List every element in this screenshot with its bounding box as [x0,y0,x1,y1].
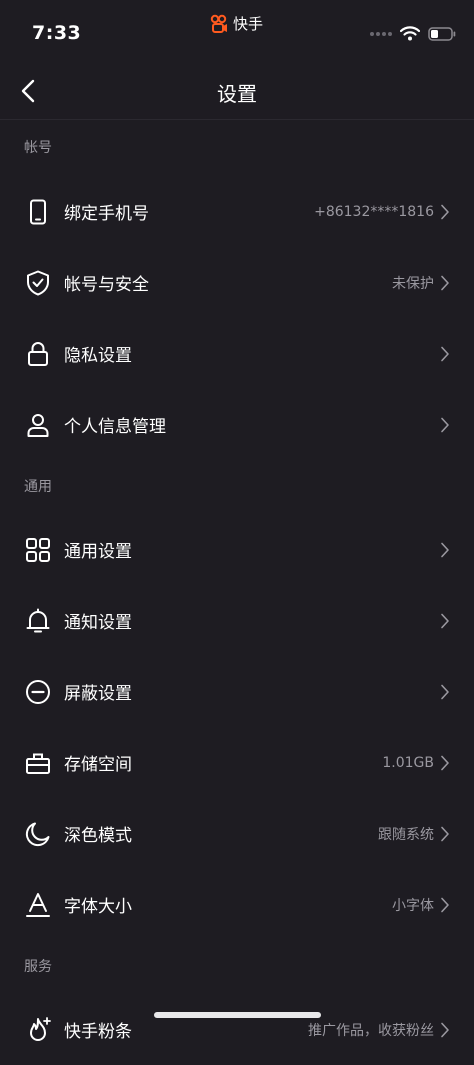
settings-item-dark-mode[interactable]: 深色模式 跟随系统 [0,798,474,869]
home-indicator[interactable] [154,1012,321,1018]
moon-icon [25,822,50,846]
chevron-right-icon [441,204,449,219]
shield-check-icon [27,270,49,295]
flame-icon [30,1016,51,1041]
navigation-bar: 设置 [0,66,474,118]
settings-item-bind-phone[interactable]: 绑定手机号 +86132****1816 [0,176,474,247]
settings-item-font-size[interactable]: 字体大小 小字体 [0,869,474,940]
settings-item-label: 帐号与安全 [64,275,149,295]
settings-item-label: 隐私设置 [64,346,132,366]
settings-item-label: 屏蔽设置 [64,684,132,704]
person-icon [27,413,49,437]
lock-icon [28,341,48,366]
chevron-right-icon [441,826,449,841]
block-icon [26,679,50,704]
settings-item-value: 1.01GB [382,754,434,771]
status-time: 7:33 [32,22,82,44]
chevron-right-icon [441,684,449,699]
chevron-right-icon [441,275,449,290]
settings-item-value: 推广作品，收获粉丝 [308,1022,434,1039]
section-header-general: 通用 [24,479,52,495]
grid-icon [26,537,50,562]
settings-item-label: 深色模式 [64,826,132,846]
app-name: 快手 [233,15,264,33]
settings-item-value: +86132****1816 [314,203,434,220]
chevron-right-icon [441,755,449,770]
settings-item-fans-promotion[interactable]: 快手粉条 推广作品，收获粉丝 [0,994,474,1065]
settings-item-label: 字体大小 [64,897,132,917]
phone-icon [30,199,46,224]
settings-item-storage[interactable]: 存储空间 1.01GB [0,727,474,798]
settings-item-account-security[interactable]: 帐号与安全 未保护 [0,247,474,318]
font-size-icon [26,892,50,917]
signal-icon [370,31,392,36]
toolbox-icon [26,753,50,774]
settings-item-notifications[interactable]: 通知设置 [0,585,474,656]
settings-item-label: 绑定手机号 [64,204,149,224]
status-icons [370,26,456,41]
settings-item-general[interactable]: 通用设置 [0,514,474,585]
section-header-services: 服务 [24,959,52,975]
settings-item-privacy[interactable]: 隐私设置 [0,318,474,389]
chevron-right-icon [441,1022,449,1037]
settings-item-block[interactable]: 屏蔽设置 [0,656,474,727]
bell-icon [26,608,50,632]
battery-icon [428,26,456,41]
page-title: 设置 [217,82,257,106]
settings-item-label: 快手粉条 [64,1022,132,1042]
chevron-right-icon [441,417,449,432]
settings-item-label: 通知设置 [64,613,132,633]
wifi-icon [400,26,420,41]
app-indicator: 快手 [209,13,263,34]
chevron-right-icon [441,346,449,361]
chevron-right-icon [441,613,449,628]
section-header-account: 帐号 [24,140,52,156]
kuaishou-logo-icon [210,14,227,33]
chevron-right-icon [441,542,449,557]
settings-item-label: 存储空间 [64,755,132,775]
settings-item-label: 通用设置 [64,542,132,562]
settings-item-value: 跟随系统 [378,826,434,843]
status-bar: 7:33 快手 [0,0,474,66]
chevron-right-icon [441,897,449,912]
settings-item-value: 小字体 [392,897,434,914]
settings-item-value: 未保护 [392,275,434,292]
settings-item-label: 个人信息管理 [64,417,166,437]
settings-item-personal-info[interactable]: 个人信息管理 [0,389,474,460]
settings-list: 帐号 绑定手机号 +86132****1816 帐号与安全 未保护 隐私设置 个… [0,120,474,1065]
